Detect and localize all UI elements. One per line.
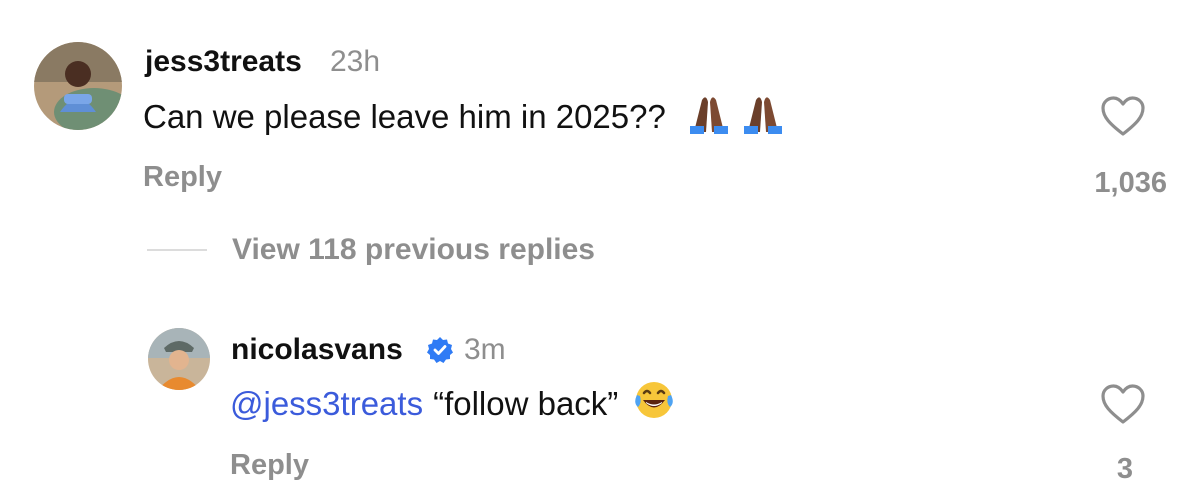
- reply-body: @jess3treats “follow back”: [230, 381, 676, 426]
- reply-button[interactable]: Reply: [143, 160, 222, 194]
- like-count: 1,036: [1094, 167, 1167, 199]
- face-with-tears-of-joy-icon: [632, 379, 676, 430]
- folded-hands-dark-icon: [684, 92, 734, 143]
- like-heart-icon[interactable]: [1100, 96, 1146, 138]
- view-previous-replies-button[interactable]: View 118 previous replies: [232, 232, 595, 268]
- replies-divider: [147, 249, 207, 251]
- like-heart-icon[interactable]: [1100, 384, 1146, 426]
- reply-button[interactable]: Reply: [230, 448, 309, 482]
- avatar-nicolasvans[interactable]: [148, 328, 210, 390]
- like-count: 3: [1116, 453, 1133, 485]
- verified-badge-icon: [426, 336, 454, 364]
- comment-text: Can we please leave him in 2025??: [143, 98, 666, 135]
- reply-text: “follow back”: [433, 385, 619, 422]
- comment-username[interactable]: jess3treats: [145, 44, 302, 80]
- reply-username[interactable]: nicolasvans: [231, 332, 403, 368]
- mention-link[interactable]: @jess3treats: [230, 384, 423, 424]
- avatar-jess3treats[interactable]: [34, 42, 122, 130]
- comment-timestamp: 23h: [330, 45, 381, 78]
- reply-timestamp: 3m: [464, 333, 506, 366]
- comment-body: Can we please leave him in 2025??: [143, 95, 788, 139]
- folded-hands-dark-icon: [738, 92, 788, 143]
